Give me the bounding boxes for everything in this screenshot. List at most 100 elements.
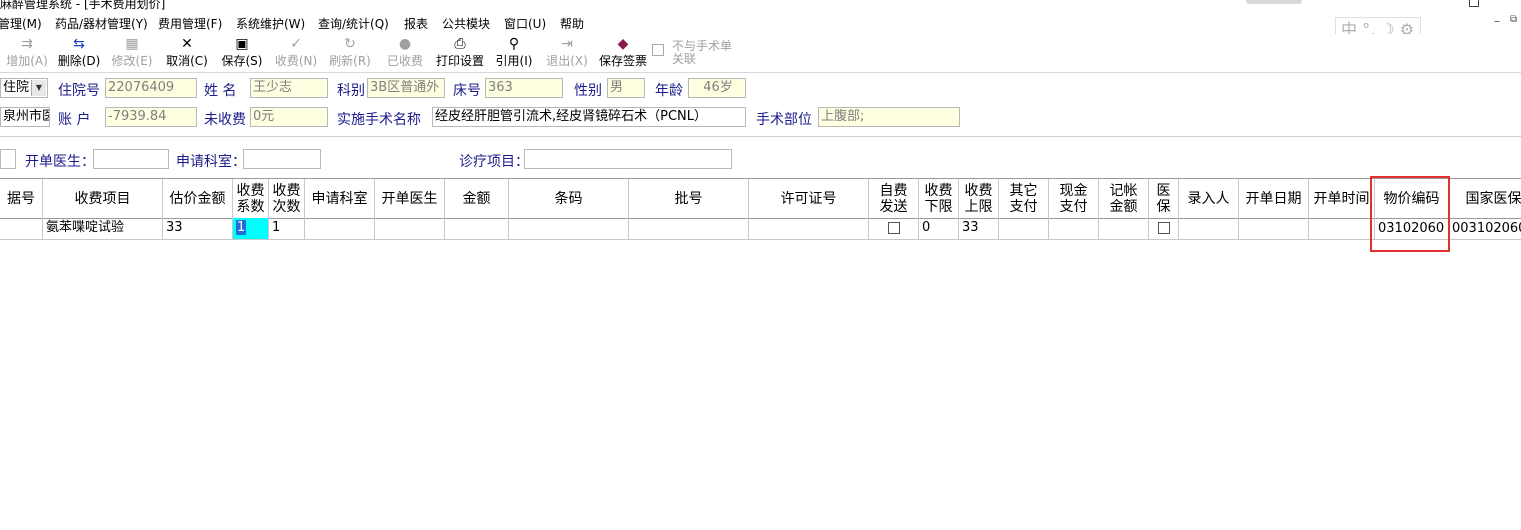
col-item[interactable]: 收费项目 <box>43 179 163 218</box>
cell-national-code[interactable]: 003102060110020 <box>1449 218 1521 240</box>
name-field[interactable]: 王少志 <box>250 78 328 98</box>
charged-button[interactable]: ● 已收费 <box>384 36 426 69</box>
cell-times[interactable]: 1 <box>269 218 305 240</box>
col-doctor[interactable]: 开单医生 <box>375 179 445 218</box>
unpaid-label: 未收费 <box>204 112 246 128</box>
cell-receipt[interactable] <box>0 218 43 240</box>
save-sign-button[interactable]: ◆ 保存签票 <box>597 36 649 69</box>
cell-lower[interactable]: 0 <box>919 218 959 240</box>
quote-button[interactable]: ⚲ 引用(I) <box>492 36 536 69</box>
col-order-date[interactable]: 开单日期 <box>1239 179 1309 218</box>
col-ledger[interactable]: 记帐 金额 <box>1099 179 1149 218</box>
dept-label: 科别 <box>337 83 365 99</box>
insurance-checkbox[interactable] <box>1157 222 1170 234</box>
col-lower[interactable]: 收费 下限 <box>919 179 959 218</box>
selfpay-checkbox[interactable] <box>887 222 900 234</box>
age-field[interactable]: 46岁 <box>688 78 746 98</box>
cell-license[interactable] <box>749 218 869 240</box>
menu-query[interactable]: 查询/统计(Q) <box>318 15 389 32</box>
cell-ledger[interactable] <box>1099 218 1149 240</box>
col-national-code[interactable]: 国家医保 <box>1449 179 1521 218</box>
col-order-time[interactable]: 开单时间 <box>1309 179 1375 218</box>
cell-other-pay[interactable] <box>999 218 1049 240</box>
delete-button[interactable]: ⇆ 删除(D) <box>56 36 102 69</box>
search-person-icon: ⚲ <box>508 36 520 52</box>
col-entered-by[interactable]: 录入人 <box>1179 179 1239 218</box>
refresh-button[interactable]: ↻ 刷新(R) <box>326 36 374 69</box>
cell-upper[interactable]: 33 <box>959 218 999 240</box>
save-button[interactable]: ▣ 保存(S) <box>218 36 266 69</box>
filter-field-left[interactable] <box>0 149 16 169</box>
site-field[interactable]: 上腹部; <box>818 107 960 127</box>
cell-order-time[interactable] <box>1309 218 1375 240</box>
col-times[interactable]: 收费 次数 <box>269 179 305 218</box>
no-link-checkbox[interactable] <box>652 44 664 56</box>
cell-applydept[interactable] <box>305 218 375 240</box>
col-cash-pay[interactable]: 现金 支付 <box>1049 179 1099 218</box>
col-selfpay[interactable]: 自费 发送 <box>869 179 919 218</box>
menu-fees[interactable]: 费用管理(F) <box>158 15 222 32</box>
col-insurance[interactable]: 医 保 <box>1149 179 1179 218</box>
item-filter-input[interactable] <box>524 149 732 169</box>
circle-icon: ● <box>398 36 412 52</box>
col-receipt[interactable]: 据号 <box>0 179 43 218</box>
admission-field[interactable]: 22076409 <box>105 78 197 98</box>
cell-barcode[interactable] <box>509 218 629 240</box>
col-batch[interactable]: 批号 <box>629 179 749 218</box>
cell-batch[interactable] <box>629 218 749 240</box>
gender-field[interactable]: 男 <box>607 78 645 98</box>
applydept-filter-input[interactable] <box>243 149 321 169</box>
menu-public[interactable]: 公共模块 <box>442 15 490 32</box>
name-label: 姓 名 <box>204 83 237 99</box>
doctor-filter-input[interactable] <box>93 149 169 169</box>
no-link-label: 不与手术单 关联 <box>672 39 733 66</box>
account-label: 账 户 <box>58 112 91 128</box>
cell-item[interactable]: 氨苯喋啶试验 <box>43 218 163 240</box>
menu-system[interactable]: 系统维护(W) <box>236 15 305 32</box>
tooltip-stub <box>1246 0 1302 4</box>
mdi-restore-icon[interactable]: ⧉ <box>1510 14 1517 25</box>
col-amount[interactable]: 金额 <box>445 179 509 218</box>
cell-estimate[interactable]: 33 <box>163 218 233 240</box>
col-barcode[interactable]: 条码 <box>509 179 629 218</box>
col-coef[interactable]: 收费 系数 <box>233 179 269 218</box>
cell-order-date[interactable] <box>1239 218 1309 240</box>
col-estimate[interactable]: 估价金额 <box>163 179 233 218</box>
restore-window-icon[interactable] <box>1469 0 1479 7</box>
modify-button[interactable]: ▦ 修改(E) <box>108 36 156 69</box>
account-field[interactable]: -7939.84 <box>105 107 197 127</box>
mdi-minimize-icon[interactable]: – <box>1494 14 1500 28</box>
menu-reports[interactable]: 报表 <box>404 15 428 32</box>
ward-select[interactable]: 住院 ▼ <box>0 78 48 98</box>
surgery-field[interactable]: 经皮经肝胆管引流术,经皮肾镜碎石术（PCNL） <box>432 107 746 127</box>
col-license[interactable]: 许可证号 <box>749 179 869 218</box>
dept-field[interactable]: 3B区普通外 <box>367 78 445 98</box>
cell-selfpay <box>869 218 919 240</box>
cell-coef-selected-text[interactable]: 1 <box>236 220 247 235</box>
menu-help[interactable]: 帮助 <box>560 15 584 32</box>
add-button[interactable]: ⇉ 增加(A) <box>4 36 50 69</box>
bed-field[interactable]: 363 <box>485 78 563 98</box>
print-setup-button[interactable]: ⎙ 打印设置 <box>434 36 486 69</box>
menu-window[interactable]: 窗口(U) <box>504 15 546 32</box>
cell-amount[interactable] <box>445 218 509 240</box>
menu-manage[interactable]: 管理(M) <box>0 15 42 32</box>
charge-button[interactable]: ✓ 收费(N) <box>272 36 320 69</box>
unpaid-field[interactable]: 0元 <box>250 107 328 127</box>
cancel-button[interactable]: ✕ 取消(C) <box>163 36 211 69</box>
grid-header: 据号 收费项目 估价金额 收费 系数 收费 次数 申请科室 开单医生 金额 条码… <box>0 178 1521 219</box>
col-other-pay[interactable]: 其它 支付 <box>999 179 1049 218</box>
menu-drugs[interactable]: 药品/器材管理(Y) <box>55 15 148 32</box>
cell-cash-pay[interactable] <box>1049 218 1099 240</box>
cell-insurance <box>1149 218 1179 240</box>
exit-door-icon: ⇥ <box>561 36 573 52</box>
cell-entered-by[interactable] <box>1179 218 1239 240</box>
cell-coef[interactable]: 1 <box>233 218 269 240</box>
col-upper[interactable]: 收费 上限 <box>959 179 999 218</box>
toolbar: ⇉ 增加(A) ⇆ 删除(D) ▦ 修改(E) ✕ 取消(C) ▣ 保存(S) … <box>0 34 1521 73</box>
cell-doctor[interactable] <box>375 218 445 240</box>
exit-button[interactable]: ⇥ 退出(X) <box>545 36 589 69</box>
col-applydept[interactable]: 申请科室 <box>305 179 375 218</box>
chevron-down-icon[interactable]: ▼ <box>31 80 46 96</box>
insurance-field[interactable]: 泉州市医 <box>0 107 50 127</box>
